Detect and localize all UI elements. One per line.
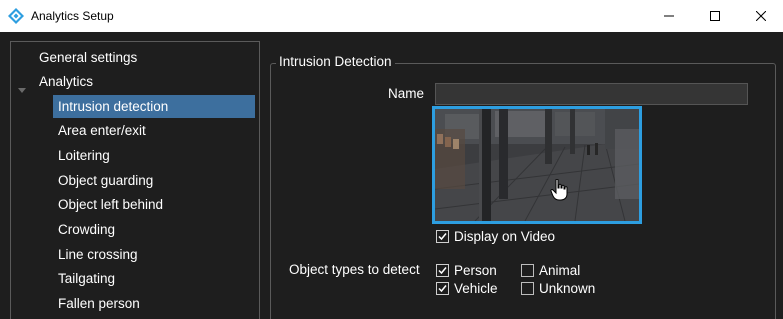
name-input[interactable] [435, 83, 748, 105]
checkbox-checked-icon [436, 281, 449, 295]
nav-item-label: Object guarding [58, 173, 154, 188]
hand-cursor-icon [550, 179, 568, 201]
nav-item-line-crossing[interactable]: Line crossing [58, 243, 138, 266]
checkbox-unchecked-icon [521, 281, 534, 295]
object-types-label: Object types to detect [289, 262, 420, 277]
nav-item-label: Intrusion detection [58, 99, 169, 114]
title-bar: Analytics Setup [0, 0, 783, 32]
nav-item-general-settings[interactable]: General settings [39, 46, 137, 69]
maximize-icon [710, 11, 720, 21]
name-label: Name [388, 86, 425, 101]
navigation-tree: General settings Analytics Intrusion det… [10, 41, 260, 319]
object-type-vehicle-checkbox[interactable]: Vehicle [436, 280, 498, 296]
video-preview[interactable] [432, 106, 642, 224]
checkbox-checked-icon [436, 263, 449, 277]
nav-item-object-guarding[interactable]: Object guarding [58, 169, 153, 192]
nav-item-label: Crowding [58, 222, 116, 237]
checkbox-checked-icon [436, 229, 449, 243]
analytics-diamond-icon [8, 8, 24, 24]
person-label: Person [454, 262, 497, 278]
nav-item-area-enter-exit[interactable]: Area enter/exit [58, 119, 146, 142]
minimize-icon [664, 15, 674, 17]
nav-item-label: Analytics [39, 74, 94, 89]
camera-snapshot [435, 109, 639, 221]
display-on-video-checkbox[interactable]: Display on Video [436, 228, 555, 244]
group-title: Intrusion Detection [276, 54, 395, 69]
nav-item-fallen-person[interactable]: Fallen person [58, 292, 140, 315]
nav-item-label: General settings [39, 50, 138, 65]
nav-item-tailgating[interactable]: Tailgating [58, 267, 115, 290]
nav-item-loitering[interactable]: Loitering [58, 144, 110, 167]
object-type-unknown-checkbox[interactable]: Unknown [521, 280, 595, 296]
nav-item-object-left-behind[interactable]: Object left behind [58, 193, 163, 216]
close-button[interactable] [738, 0, 783, 32]
nav-item-label: Loitering [58, 148, 110, 163]
nav-item-analytics[interactable]: Analytics [39, 70, 93, 93]
nav-item-crowding[interactable]: Crowding [58, 218, 115, 241]
window-title: Analytics Setup [31, 9, 114, 23]
nav-item-label: Object left behind [58, 197, 164, 212]
nav-item-label: Area enter/exit [58, 123, 146, 138]
object-type-person-checkbox[interactable]: Person [436, 262, 497, 278]
unknown-label: Unknown [539, 280, 596, 296]
display-on-video-label: Display on Video [454, 228, 556, 244]
nav-item-intrusion-detection[interactable]: Intrusion detection [53, 95, 255, 118]
maximize-button[interactable] [692, 0, 738, 32]
vehicle-label: Vehicle [454, 280, 498, 296]
object-type-animal-checkbox[interactable]: Animal [521, 262, 580, 278]
minimize-button[interactable] [646, 0, 692, 32]
checkbox-unchecked-icon [521, 263, 534, 277]
nav-item-label: Tailgating [58, 271, 116, 286]
nav-item-label: Line crossing [58, 247, 138, 262]
dialog-content: General settings Analytics Intrusion det… [0, 32, 783, 319]
nav-item-label: Fallen person [58, 296, 140, 311]
animal-label: Animal [539, 262, 581, 278]
close-icon [756, 11, 766, 21]
collapse-triangle-icon[interactable] [17, 82, 27, 93]
